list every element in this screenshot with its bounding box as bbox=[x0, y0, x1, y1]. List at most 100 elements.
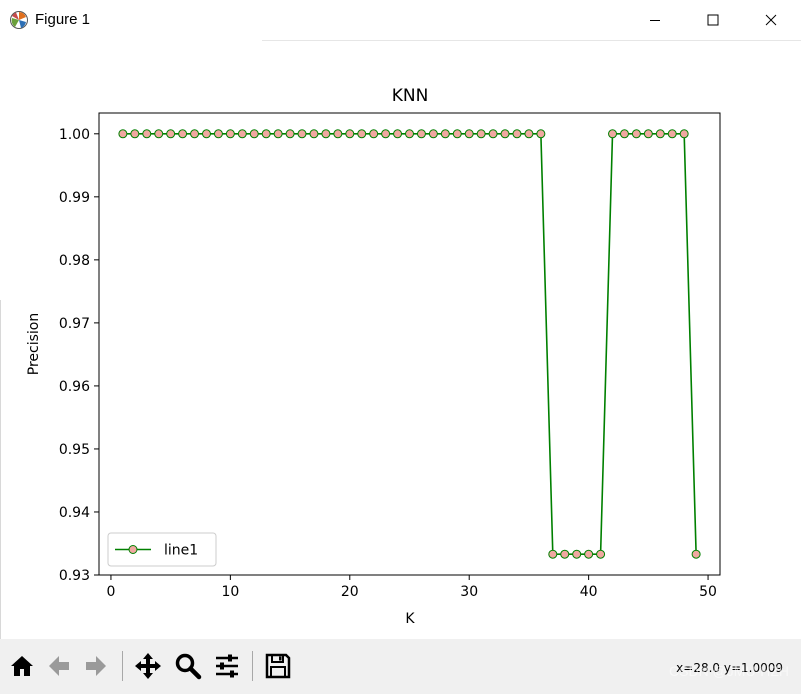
forward-button[interactable] bbox=[80, 650, 112, 682]
maximize-icon bbox=[707, 14, 719, 26]
axes-frame bbox=[98, 112, 721, 576]
y-tick-label: 0.95 bbox=[59, 442, 90, 458]
configure-subplots-button[interactable] bbox=[211, 650, 243, 682]
data-point bbox=[405, 129, 414, 139]
data-point bbox=[464, 129, 474, 139]
data-point bbox=[166, 129, 176, 139]
data-point bbox=[691, 549, 701, 559]
data-point bbox=[608, 129, 618, 139]
y-tick-label: 0.94 bbox=[59, 505, 90, 521]
watermark: CSDN @JMU-HZH bbox=[669, 663, 789, 679]
y-axis: 0.93 0.94 0.95 0.96 0.97 0.98 0.99 1.00 bbox=[59, 127, 99, 584]
data-point bbox=[488, 129, 498, 139]
forward-icon bbox=[86, 656, 106, 676]
data-point bbox=[369, 129, 379, 139]
data-point bbox=[416, 129, 426, 139]
window-titlebar: Figure 1 bbox=[0, 0, 801, 40]
zoom-icon bbox=[175, 653, 202, 680]
zoom-button[interactable] bbox=[172, 650, 204, 682]
y-tick-label: 1.00 bbox=[59, 127, 90, 143]
matplotlib-icon bbox=[10, 11, 28, 29]
legend-label: line1 bbox=[164, 543, 198, 559]
x-tick-label: 40 bbox=[580, 584, 598, 600]
y-tick-label: 0.97 bbox=[59, 316, 90, 332]
data-point bbox=[452, 129, 462, 139]
data-point bbox=[178, 129, 188, 139]
data-point bbox=[500, 129, 510, 139]
y-axis-label: Precision bbox=[26, 313, 42, 375]
close-button[interactable] bbox=[742, 0, 800, 40]
home-icon bbox=[11, 656, 33, 676]
data-point bbox=[536, 129, 546, 139]
legend: line1 bbox=[107, 532, 217, 567]
minimize-button[interactable] bbox=[626, 0, 684, 40]
data-point bbox=[273, 129, 283, 139]
data-point bbox=[142, 129, 152, 139]
data-point bbox=[237, 129, 247, 139]
y-tick-label: 0.98 bbox=[59, 253, 90, 269]
x-tick-label: 50 bbox=[699, 584, 717, 600]
chart-title: KNN bbox=[392, 86, 429, 106]
data-point bbox=[357, 129, 367, 139]
data-point bbox=[560, 549, 570, 559]
data-point bbox=[428, 129, 438, 139]
figure-canvas[interactable]: KNN 0 10 20 30 40 50 0.93 0.94 0.95 0.96 0.97 0.98… bbox=[0, 41, 801, 639]
data-point bbox=[381, 129, 391, 139]
data-point bbox=[345, 129, 355, 139]
x-tick-label: 0 bbox=[106, 584, 115, 600]
data-point bbox=[655, 129, 665, 139]
save-button[interactable] bbox=[262, 650, 294, 682]
home-button[interactable] bbox=[6, 650, 38, 682]
data-point bbox=[440, 129, 450, 139]
data-point bbox=[225, 129, 235, 139]
data-point bbox=[679, 129, 689, 139]
back-icon bbox=[49, 656, 69, 676]
data-point bbox=[619, 129, 629, 139]
x-axis-label: K bbox=[405, 611, 415, 627]
data-point bbox=[321, 129, 331, 139]
data-point bbox=[261, 129, 271, 139]
close-icon bbox=[765, 14, 777, 26]
data-point bbox=[297, 129, 307, 139]
minimize-icon bbox=[650, 20, 660, 21]
data-point bbox=[548, 549, 558, 559]
legend-marker bbox=[128, 545, 138, 554]
data-point bbox=[584, 549, 594, 559]
back-button[interactable] bbox=[43, 650, 75, 682]
data-point bbox=[333, 129, 343, 139]
navigation-toolbar: x=28.0 y=1.0009 CSDN @JMU-HZH bbox=[0, 639, 801, 694]
data-point bbox=[512, 129, 522, 139]
window-title: Figure 1 bbox=[35, 11, 91, 28]
data-point bbox=[596, 549, 606, 559]
configure-subplots-icon bbox=[216, 654, 238, 678]
x-tick-label: 30 bbox=[460, 584, 478, 600]
data-point bbox=[667, 129, 677, 139]
save-icon bbox=[265, 653, 291, 679]
data-point bbox=[118, 129, 128, 139]
x-tick-label: 20 bbox=[341, 584, 359, 600]
knn-line-chart[interactable]: KNN 0 10 20 30 40 50 0.93 0.94 0.95 0.96 0.97 0.98… bbox=[0, 41, 801, 639]
data-point bbox=[201, 129, 211, 139]
y-tick-label: 0.93 bbox=[59, 568, 90, 584]
data-point bbox=[643, 129, 653, 139]
data-point bbox=[285, 129, 295, 139]
data-point bbox=[213, 129, 223, 139]
data-point bbox=[249, 129, 259, 139]
x-axis: 0 10 20 30 40 50 bbox=[106, 575, 717, 600]
data-point bbox=[393, 129, 403, 139]
data-point bbox=[631, 129, 641, 139]
pan-button[interactable] bbox=[132, 650, 164, 682]
y-tick-label: 0.99 bbox=[59, 190, 90, 206]
x-tick-label: 10 bbox=[221, 584, 239, 600]
data-point bbox=[190, 129, 200, 139]
data-point bbox=[130, 129, 140, 139]
maximize-button[interactable] bbox=[684, 0, 742, 40]
data-point bbox=[154, 129, 164, 139]
data-point bbox=[572, 549, 582, 559]
pan-icon bbox=[135, 653, 161, 679]
toolbar-separator bbox=[252, 651, 253, 681]
y-tick-label: 0.96 bbox=[59, 379, 90, 395]
toolbar-separator bbox=[122, 651, 123, 681]
data-point bbox=[476, 129, 486, 139]
data-point bbox=[524, 129, 534, 139]
